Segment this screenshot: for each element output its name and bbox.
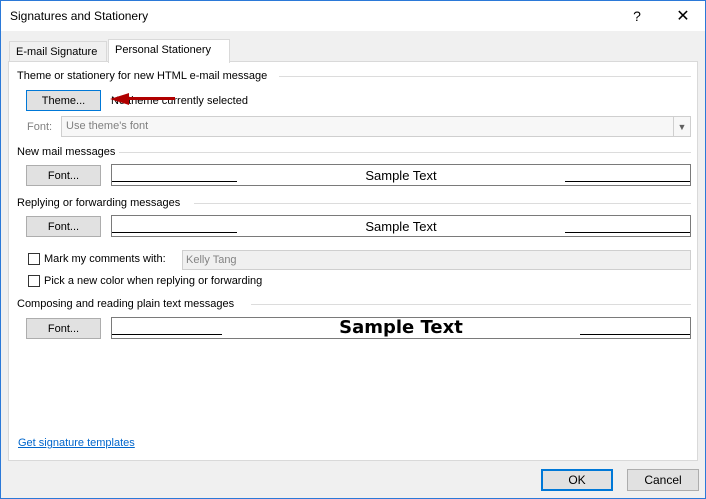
plain-text-heading: Composing and reading plain text message… — [17, 298, 235, 310]
signatures-dialog: Signatures and Stationery ? ✕ E-mail Sig… — [0, 0, 706, 499]
annotation-arrow-shaft — [128, 97, 175, 100]
separator — [119, 152, 691, 153]
separator — [251, 304, 691, 305]
close-icon: ✕ — [676, 8, 690, 25]
pick-color-checkbox[interactable] — [28, 275, 40, 287]
sample-text: Sample Text — [365, 168, 437, 183]
title-bar: Signatures and Stationery ? ✕ — [1, 1, 705, 31]
new-mail-font-button[interactable]: Font... — [26, 165, 101, 186]
mark-comments-checkbox[interactable] — [28, 253, 40, 265]
help-button[interactable]: ? — [619, 1, 655, 31]
font-label: Font: — [27, 121, 53, 133]
close-button[interactable]: ✕ — [665, 1, 701, 31]
tab-personal-stationery[interactable]: Personal Stationery — [108, 39, 230, 63]
ok-button[interactable]: OK — [541, 469, 613, 491]
mark-comments-label: Mark my comments with: — [44, 253, 166, 265]
new-mail-heading: New mail messages — [17, 146, 116, 158]
theme-section-heading: Theme or stationery for new HTML e-mail … — [17, 70, 268, 82]
annotation-arrow-icon — [110, 93, 129, 105]
plain-text-sample: Sample Text — [111, 317, 691, 339]
new-mail-sample: Sample Text — [111, 164, 691, 186]
separator — [279, 76, 691, 77]
chevron-down-icon: ▼ — [673, 117, 690, 136]
sample-text: Sample Text — [365, 219, 437, 234]
help-icon: ? — [633, 8, 641, 24]
reply-sample: Sample Text — [111, 215, 691, 237]
theme-font-select[interactable]: Use theme's font ▼ — [61, 116, 691, 137]
cancel-button[interactable]: Cancel — [627, 469, 699, 491]
reply-font-button[interactable]: Font... — [26, 216, 101, 237]
theme-button[interactable]: Theme... — [26, 90, 101, 111]
plain-text-font-button[interactable]: Font... — [26, 318, 101, 339]
reply-heading: Replying or forwarding messages — [17, 197, 181, 209]
tab-email-signature[interactable]: E-mail Signature — [9, 41, 107, 62]
sample-text: Sample Text — [339, 317, 463, 338]
pick-color-label: Pick a new color when replying or forwar… — [44, 275, 263, 287]
get-signature-templates-link[interactable]: Get signature templates — [18, 437, 135, 449]
window-title: Signatures and Stationery — [10, 9, 149, 23]
mark-comments-input[interactable]: Kelly Tang — [182, 250, 691, 270]
theme-font-value: Use theme's font — [66, 120, 149, 132]
separator — [194, 203, 691, 204]
personal-stationery-panel: Theme or stationery for new HTML e-mail … — [8, 61, 698, 461]
